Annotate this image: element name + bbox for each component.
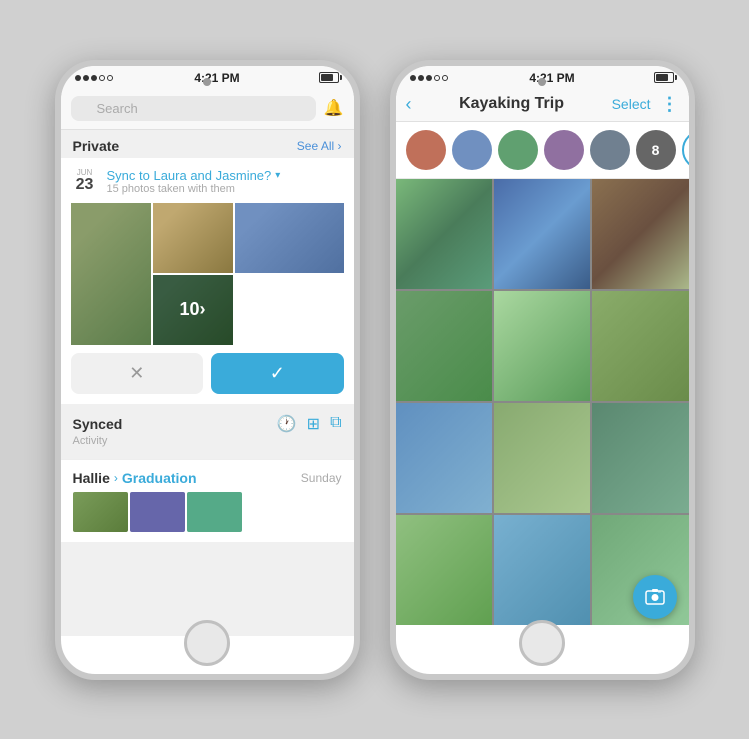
select-button[interactable]: Select [612, 96, 651, 112]
photo-cell-9[interactable] [592, 403, 688, 513]
sync-info: Sync to Laura and Jasmine? ▾ 15 photos t… [107, 168, 344, 195]
search-placeholder: Search [97, 101, 138, 116]
sync-photo-2 [153, 203, 233, 273]
search-input[interactable]: Search [71, 96, 316, 121]
sync-subtitle: 15 photos taken with them [107, 183, 344, 195]
photo-cell-2[interactable] [494, 179, 590, 289]
avatar-2[interactable] [452, 130, 492, 170]
album-from: Hallie [73, 470, 110, 486]
grid-icon[interactable]: ⊞ [307, 414, 320, 434]
avatar-count[interactable]: 8 [636, 130, 676, 170]
synced-title: Synced [73, 416, 123, 432]
photo-cell-11[interactable] [494, 515, 590, 625]
album-date: Sunday [301, 471, 342, 485]
accept-button[interactable]: ✓ [211, 353, 344, 394]
screen-right: ‹ Kayaking Trip Select ⋮ 8 + [396, 88, 689, 636]
album-name: Graduation [122, 470, 197, 486]
copy-icon[interactable]: ⧉ [330, 414, 341, 434]
synced-header: Synced 🕐 ⊞ ⧉ [73, 414, 342, 434]
album-arrow-icon: › [114, 471, 118, 485]
avatars-row: 8 + [396, 122, 689, 179]
synced-section: Synced 🕐 ⊞ ⧉ Activity [61, 404, 354, 453]
bell-icon[interactable]: 🔔 [324, 98, 344, 118]
photo-cell-5[interactable] [494, 291, 590, 401]
nav-bar-right: ‹ Kayaking Trip Select ⋮ [396, 88, 689, 122]
sync-photo-1 [71, 203, 151, 345]
synced-subtitle: Activity [73, 435, 342, 447]
album-title-row: Hallie › Graduation Sunday [73, 470, 342, 486]
avatar-add-button[interactable]: + [682, 130, 689, 170]
sync-date-box: JUN 23 [71, 168, 99, 193]
photo-cell-3[interactable] [592, 179, 688, 289]
status-time-left: 4:21 PM [194, 71, 239, 85]
sync-photo-grid: 10› [71, 203, 344, 345]
dismiss-button[interactable]: ✕ [71, 353, 204, 394]
see-all-button[interactable]: See All › [297, 139, 342, 153]
sync-photo-3 [235, 203, 344, 273]
nav-title: Kayaking Trip [459, 95, 564, 113]
add-photo-fab[interactable] [633, 575, 677, 619]
avatar-5[interactable] [590, 130, 630, 170]
battery-icon-left [319, 72, 339, 83]
sync-title: Sync to Laura and Jasmine? [107, 168, 272, 183]
photo-cell-10[interactable] [396, 515, 492, 625]
screen-left: 🔍 Search 🔔 Private See All › [61, 88, 354, 636]
status-right-left [319, 72, 339, 83]
search-bar-area: 🔍 Search 🔔 [61, 88, 354, 130]
album-thumb-2 [130, 492, 185, 532]
photo-cell-6[interactable] [592, 291, 688, 401]
status-bar-left: 4:21 PM [61, 66, 354, 88]
sync-actions: ✕ ✓ [71, 353, 344, 394]
album-thumb-1 [73, 492, 128, 532]
private-section-header: Private See All › [61, 130, 354, 158]
clock-icon[interactable]: 🕐 [277, 414, 297, 434]
photo-cell-8[interactable] [494, 403, 590, 513]
photo-cell-4[interactable] [396, 291, 492, 401]
photo-count: 10› [153, 275, 233, 345]
private-title: Private [73, 138, 120, 154]
signal-dots [75, 72, 115, 84]
album-info: Hallie › Graduation Sunday [73, 470, 342, 532]
signal-dots-right [410, 72, 450, 84]
photo-mosaic [396, 179, 689, 625]
photo-cell-7[interactable] [396, 403, 492, 513]
more-button[interactable]: ⋮ [661, 94, 679, 115]
status-time-right: 4:21 PM [529, 71, 574, 85]
sync-photo-4: 10› [153, 275, 233, 345]
search-input-wrap[interactable]: 🔍 Search [71, 96, 316, 121]
phone-left: 4:21 PM 🔍 Search 🔔 [55, 60, 360, 680]
avatar-3[interactable] [498, 130, 538, 170]
status-bar-right: 4:21 PM [396, 66, 689, 88]
avatar-1[interactable] [406, 130, 446, 170]
album-row[interactable]: Hallie › Graduation Sunday [61, 459, 354, 542]
album-thumb-3 [187, 492, 242, 532]
back-button[interactable]: ‹ [406, 94, 412, 115]
sync-day: 23 [76, 177, 94, 193]
battery-icon-right [654, 72, 674, 83]
nav-right: Select ⋮ [612, 94, 679, 115]
phone-right: 4:21 PM ‹ Kayaking Trip Select ⋮ [390, 60, 695, 680]
sync-dropdown-icon[interactable]: ▾ [275, 170, 280, 181]
sync-card: JUN 23 Sync to Laura and Jasmine? ▾ 15 p… [61, 158, 354, 404]
status-right-right [654, 72, 674, 83]
photo-cell-1[interactable] [396, 179, 492, 289]
album-thumbs [73, 492, 342, 532]
sync-card-header: JUN 23 Sync to Laura and Jasmine? ▾ 15 p… [71, 168, 344, 195]
synced-controls: 🕐 ⊞ ⧉ [277, 414, 342, 434]
avatar-4[interactable] [544, 130, 584, 170]
